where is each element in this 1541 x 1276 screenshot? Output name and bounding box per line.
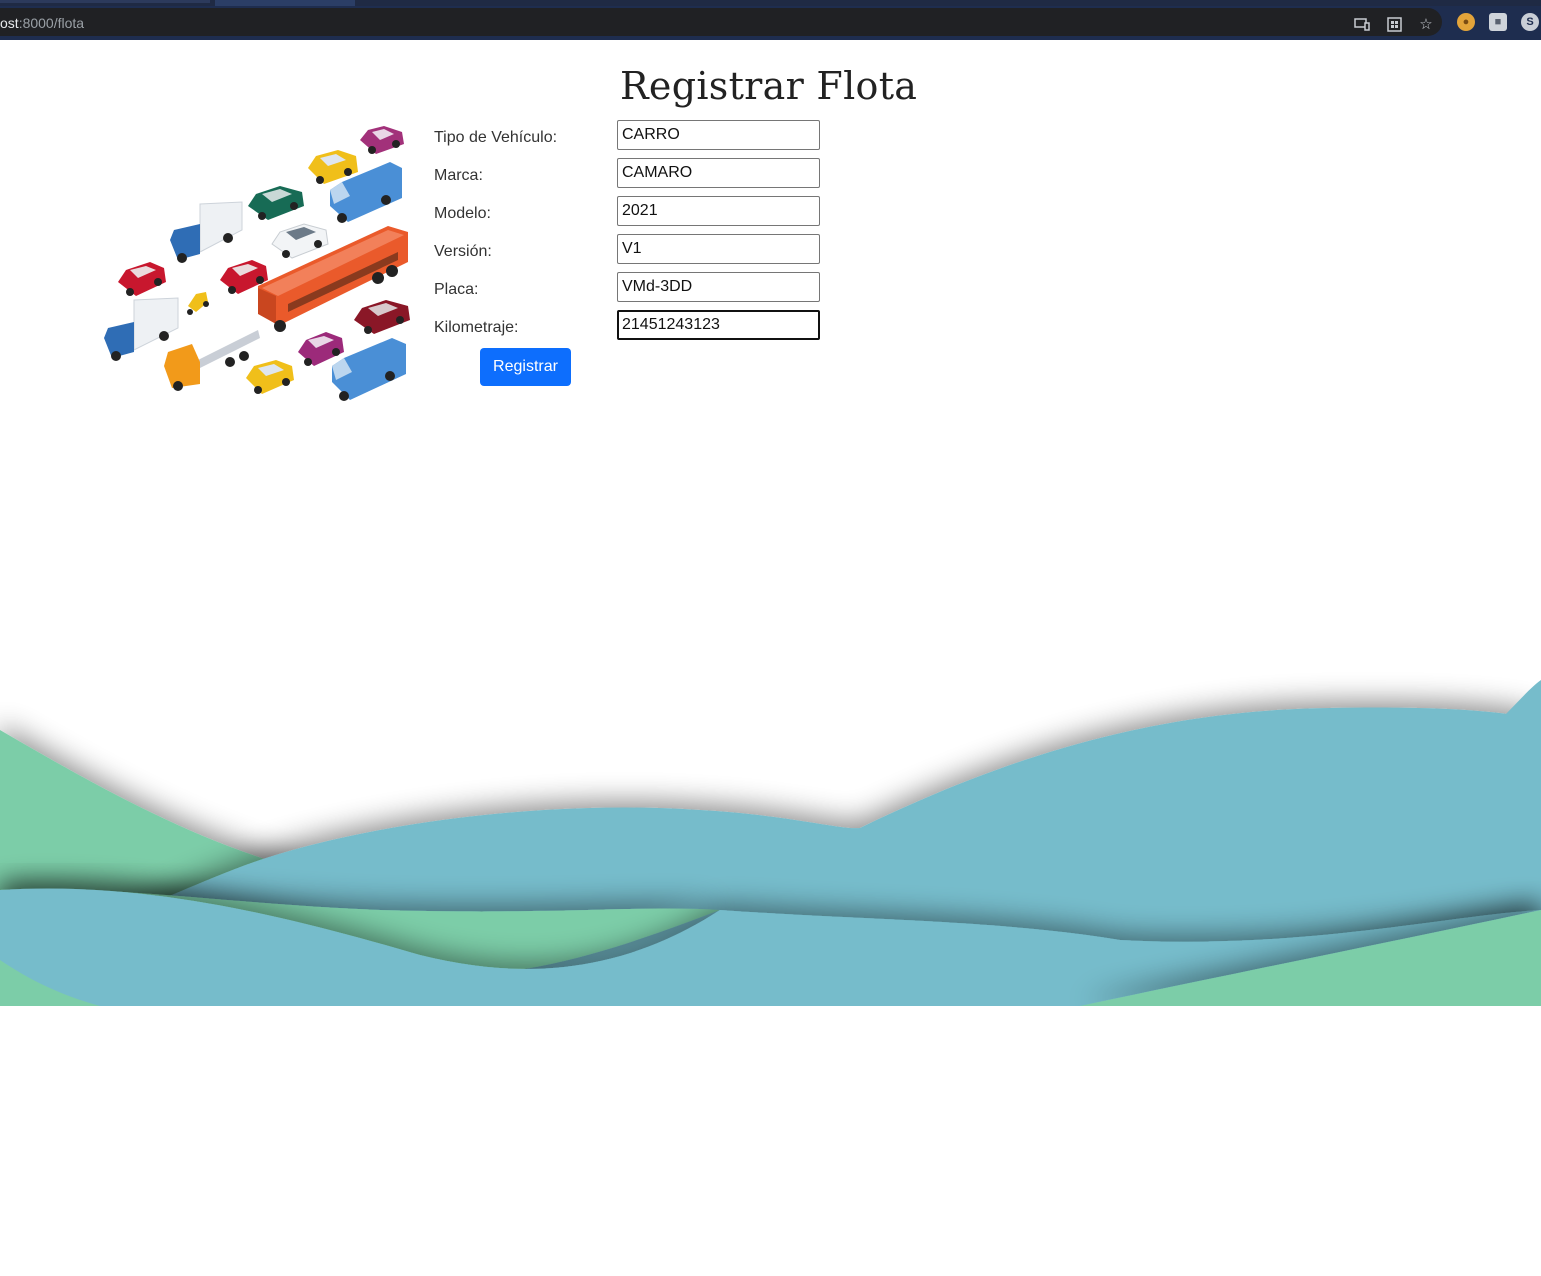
marca-label: Marca:: [434, 167, 483, 184]
kilometraje-label: Kilometraje:: [434, 319, 519, 336]
apps-icon[interactable]: [1384, 14, 1404, 34]
modelo-label: Modelo:: [434, 205, 491, 222]
version-label: Versión:: [434, 243, 492, 260]
browser-tab[interactable]: [0, 0, 210, 3]
star-icon[interactable]: ☆: [1416, 14, 1436, 34]
browser-toolbar: ost:8000/flota ☆ ● ■ S: [0, 6, 1541, 46]
tipo-vehiculo-input[interactable]: [617, 120, 820, 150]
url-text: ost:8000/flota: [0, 15, 84, 31]
marca-input[interactable]: [617, 158, 820, 188]
address-bar[interactable]: ost:8000/flota ☆: [0, 8, 1442, 36]
url-host: ost: [0, 15, 19, 31]
modelo-input[interactable]: [617, 196, 820, 226]
page-content: Registrar Flota Tipo de Vehículo: CARRO …: [0, 40, 1541, 1276]
registrar-button[interactable]: Registrar: [480, 348, 571, 386]
kilometraje-input[interactable]: [617, 310, 820, 340]
fleet-vehicles-illustration: [104, 126, 410, 401]
field-modelo: Modelo:: [434, 196, 824, 226]
version-input[interactable]: [617, 234, 820, 264]
url-path: :8000/flota: [18, 15, 85, 31]
s-extension-icon[interactable]: S: [1521, 13, 1539, 31]
placa-label: Placa:: [434, 281, 479, 298]
placa-input[interactable]: [617, 272, 820, 302]
field-version: Versión:: [434, 234, 824, 264]
cube-extension-icon[interactable]: ■: [1489, 13, 1507, 31]
page-title: Registrar Flota: [620, 64, 918, 108]
cast-icon[interactable]: [1352, 14, 1372, 34]
cookie-extension-icon[interactable]: ●: [1457, 13, 1475, 31]
wave-background: [0, 680, 1541, 1006]
field-tipo-vehiculo: Tipo de Vehículo:: [434, 120, 824, 150]
tipo-vehiculo-label: Tipo de Vehículo:: [434, 129, 558, 146]
field-marca: Marca:: [434, 158, 824, 188]
field-placa: Placa:: [434, 272, 824, 302]
field-kilometraje: Kilometraje:: [434, 310, 824, 340]
